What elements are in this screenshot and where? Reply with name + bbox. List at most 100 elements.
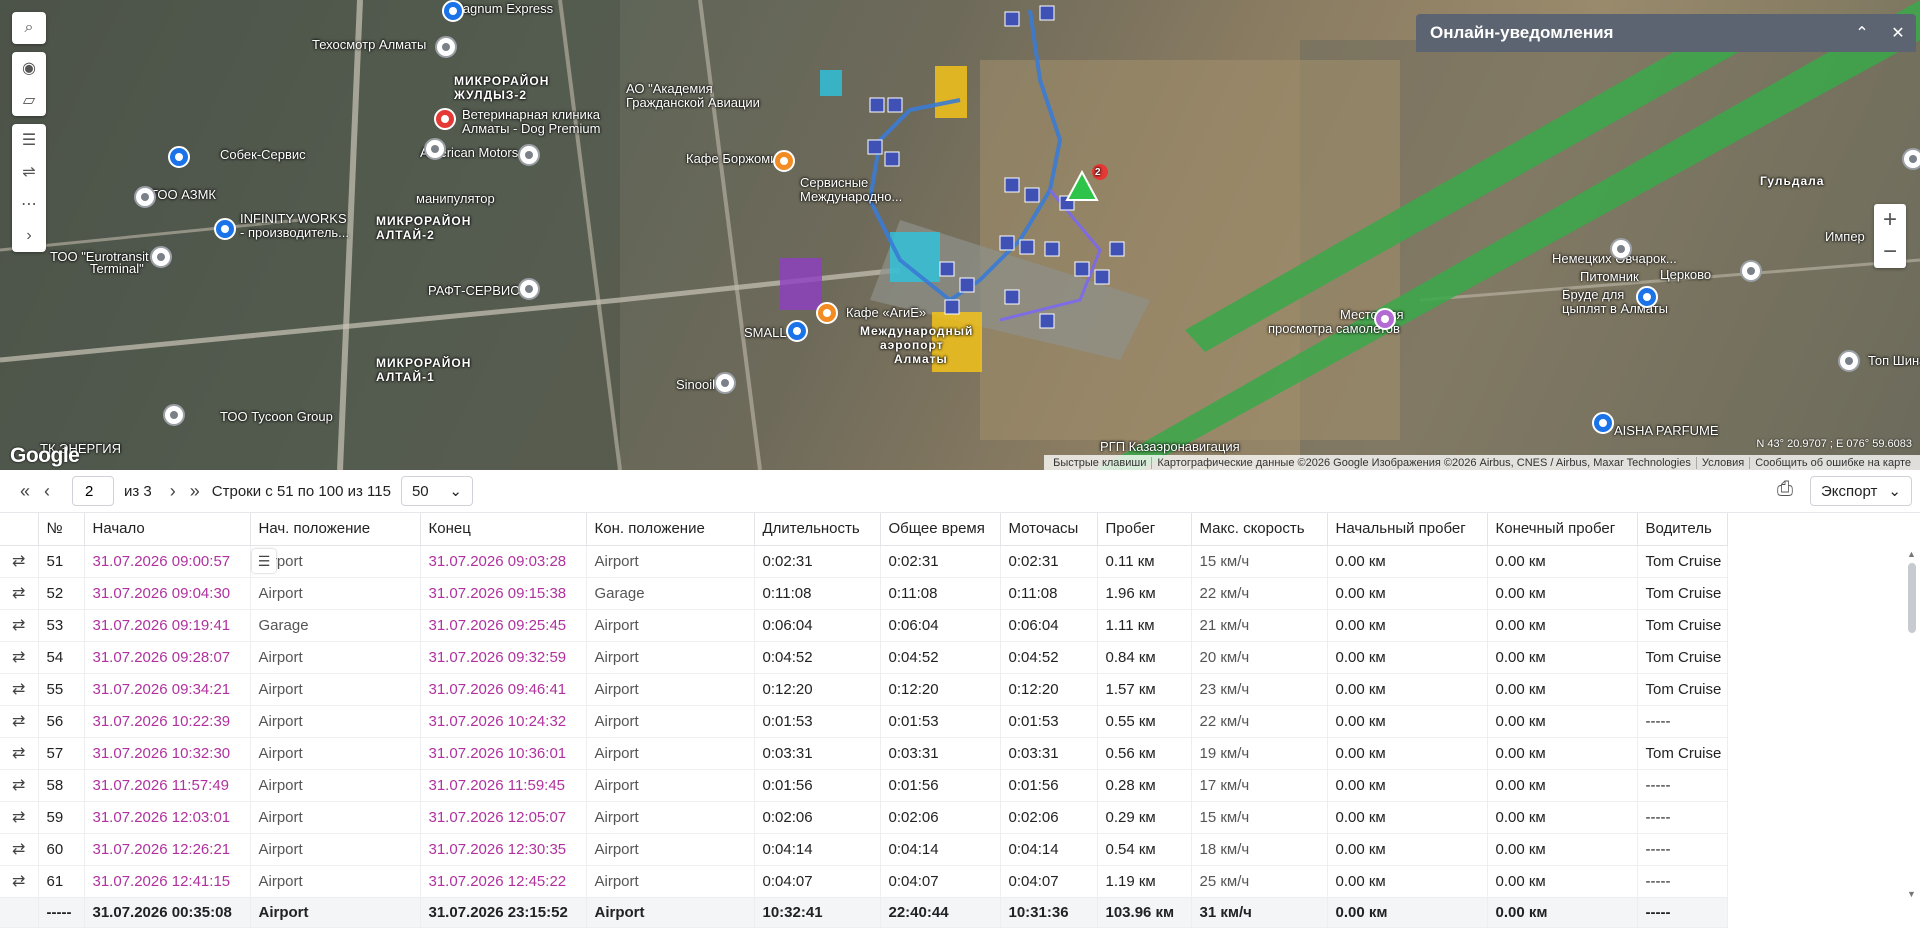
map-place-label[interactable]: Техосмотр Алматы: [312, 38, 426, 52]
map-poi-pin-icon[interactable]: [1592, 412, 1614, 434]
map-place-label[interactable]: Международный: [860, 324, 973, 338]
route-icon[interactable]: ⇌: [12, 156, 46, 188]
map-place-label[interactable]: Magnum Express: [452, 2, 553, 16]
report-error-link[interactable]: Сообщить об ошибке на карте: [1749, 456, 1916, 469]
map-view[interactable]: 2 Magnum Express Техосмотр Алматы МИКРОРАЙ…: [0, 0, 1920, 470]
map-place-label[interactable]: Собек-Сервис: [220, 148, 306, 162]
trip-route-icon[interactable]: ⇄: [0, 641, 39, 674]
page-number-input[interactable]: [72, 476, 114, 506]
map-place-label[interactable]: INFINITY WORKS: [240, 212, 347, 226]
map-poi-pin-icon[interactable]: [1902, 148, 1920, 170]
chevron-right-icon[interactable]: ›: [12, 220, 46, 252]
map-poi-pin-icon[interactable]: [518, 278, 540, 300]
column-header[interactable]: Пробег: [1097, 513, 1192, 546]
map-place-label[interactable]: Питомник: [1580, 270, 1639, 284]
table-cell[interactable]: 31.07.2026 10:36:01: [420, 737, 587, 770]
map-poi-pin-icon[interactable]: [434, 108, 456, 130]
map-poi-pin-icon[interactable]: [816, 302, 838, 324]
scroll-thumb[interactable]: [1908, 563, 1916, 633]
trip-route-icon[interactable]: ⇄: [0, 673, 39, 706]
table-row[interactable]: ⇄ 53 31.07.2026 09:19:41 Garage 31.07.2026 0…: [0, 609, 1728, 642]
map-poi-pin-icon[interactable]: [214, 218, 236, 240]
table-row[interactable]: ⇄ 59 31.07.2026 12:03:01 Airport 31.07.2026 …: [0, 801, 1728, 834]
table-cell[interactable]: 31.07.2026 09:19:41: [84, 609, 251, 642]
column-header[interactable]: №: [38, 513, 85, 546]
table-row[interactable]: ⇄ 55 31.07.2026 09:34:21 Airport 31.07.2026 …: [0, 673, 1728, 706]
map-place-label[interactable]: Сервисные: [800, 176, 868, 190]
table-cell[interactable]: 31.07.2026 11:59:45: [420, 769, 587, 802]
map-poi-pin-icon[interactable]: [424, 138, 446, 160]
map-place-label[interactable]: Топ Шина: [1868, 354, 1920, 368]
trip-route-icon[interactable]: ⇄: [0, 833, 39, 866]
map-place-label[interactable]: Гражданской Авиации: [626, 96, 760, 110]
map-place-label[interactable]: РАФТ-СЕРВИС: [428, 284, 520, 298]
map-poi-pin-icon[interactable]: [1374, 308, 1396, 330]
table-cell[interactable]: 31.07.2026 11:57:49: [84, 769, 251, 802]
map-place-label[interactable]: Импер: [1825, 230, 1865, 244]
table-row[interactable]: ⇄ 61 31.07.2026 12:41:15 Airport 31.07.2026 …: [0, 865, 1728, 898]
map-place-label[interactable]: Алматы - Dog Premium: [462, 122, 600, 136]
column-header[interactable]: Начальный пробег: [1327, 513, 1488, 546]
trip-route-icon[interactable]: ⇄: [0, 801, 39, 834]
column-header[interactable]: Макс. скорость: [1191, 513, 1328, 546]
map-icon[interactable]: ▱: [12, 84, 46, 116]
map-poi-pin-icon[interactable]: [1740, 260, 1762, 282]
table-cell[interactable]: 31.07.2026 09:15:38: [420, 577, 587, 610]
column-header[interactable]: Длительность: [754, 513, 881, 546]
zoom-out-button[interactable]: −: [1874, 236, 1906, 268]
map-poi-pin-icon[interactable]: [150, 246, 172, 268]
table-row[interactable]: ⇄ 52 31.07.2026 09:04:30 Airport 31.07.2026 …: [0, 577, 1728, 610]
printer-icon[interactable]: ⎙: [1770, 478, 1800, 504]
map-place-label[interactable]: РГП Казаэронавигация: [1100, 440, 1240, 454]
table-row[interactable]: ⇄ 57 31.07.2026 10:32:30 Airport 31.07.2026 …: [0, 737, 1728, 770]
table-cell[interactable]: 31.07.2026 09:03:28: [420, 545, 587, 578]
table-cell[interactable]: 31.07.2026 10:22:39: [84, 705, 251, 738]
scroll-up-icon[interactable]: ▲: [1907, 549, 1916, 559]
map-place-label[interactable]: SMALL: [744, 326, 787, 340]
table-cell[interactable]: 31.07.2026 10:24:32: [420, 705, 587, 738]
trip-route-icon[interactable]: ⇄: [0, 705, 39, 738]
table-cell[interactable]: 31.07.2026 12:26:21: [84, 833, 251, 866]
map-place-label[interactable]: Sinooil: [676, 378, 715, 392]
map-poi-pin-icon[interactable]: [134, 186, 156, 208]
map-place-label[interactable]: Церково: [1660, 268, 1711, 282]
map-poi-pin-icon[interactable]: [714, 372, 736, 394]
table-cell[interactable]: 31.07.2026 09:25:45: [420, 609, 587, 642]
map-place-label[interactable]: Бруде для: [1562, 288, 1624, 302]
table-row[interactable]: ⇄ 56 31.07.2026 10:22:39 Airport 31.07.2026 …: [0, 705, 1728, 738]
page-size-select[interactable]: 50 ⌄: [400, 476, 473, 506]
first-page-icon[interactable]: «: [14, 481, 36, 502]
collapse-up-icon[interactable]: ⌃: [1844, 23, 1880, 43]
table-cell[interactable]: 31.07.2026 12:03:01: [84, 801, 251, 834]
map-place-label[interactable]: МИКРОРАЙОН: [454, 74, 549, 88]
map-poi-pin-icon[interactable]: [773, 150, 795, 172]
table-cell[interactable]: 31.07.2026 09:32:59: [420, 641, 587, 674]
eye-icon[interactable]: ◉: [12, 52, 46, 84]
map-place-label[interactable]: ТОО Tycoon Group: [220, 410, 333, 424]
map-place-label[interactable]: МИКРОРАЙОН: [376, 356, 471, 370]
map-place-label[interactable]: Кафе Боржоми: [686, 152, 777, 166]
map-place-label[interactable]: - производитель...: [240, 226, 349, 240]
map-poi-pin-icon[interactable]: [163, 404, 185, 426]
table-cell[interactable]: 31.07.2026 12:41:15: [84, 865, 251, 898]
trip-route-icon[interactable]: ⇄: [0, 865, 39, 898]
column-header[interactable]: Конец: [420, 513, 587, 546]
map-place-label[interactable]: манипулятор: [416, 192, 495, 206]
table-row[interactable]: ⇄ 54 31.07.2026 09:28:07 Airport 31.07.2026 …: [0, 641, 1728, 674]
export-dropdown[interactable]: Экспорт ⌄: [1810, 476, 1912, 506]
terms-link[interactable]: Условия: [1695, 456, 1749, 469]
table-cell[interactable]: 31.07.2026 12:05:07: [420, 801, 587, 834]
column-header[interactable]: Общее время: [880, 513, 1001, 546]
map-poi-pin-icon[interactable]: [786, 320, 808, 342]
ruler-icon[interactable]: ☰: [12, 124, 46, 156]
table-cell[interactable]: 31.07.2026 10:32:30: [84, 737, 251, 770]
shortcuts-link[interactable]: Быстрые клавиши: [1048, 457, 1151, 469]
map-place-label[interactable]: Гульдала: [1760, 174, 1824, 188]
prev-page-icon[interactable]: ‹: [36, 481, 58, 502]
table-cell[interactable]: 31.07.2026 09:34:21: [84, 673, 251, 706]
table-cell[interactable]: 31.07.2026 12:30:35: [420, 833, 587, 866]
table-scrollbar[interactable]: ▲ ▼: [1907, 549, 1916, 899]
map-place-label[interactable]: Международно...: [800, 190, 902, 204]
column-header[interactable]: Моточасы: [1000, 513, 1098, 546]
last-page-icon[interactable]: »: [184, 481, 206, 502]
